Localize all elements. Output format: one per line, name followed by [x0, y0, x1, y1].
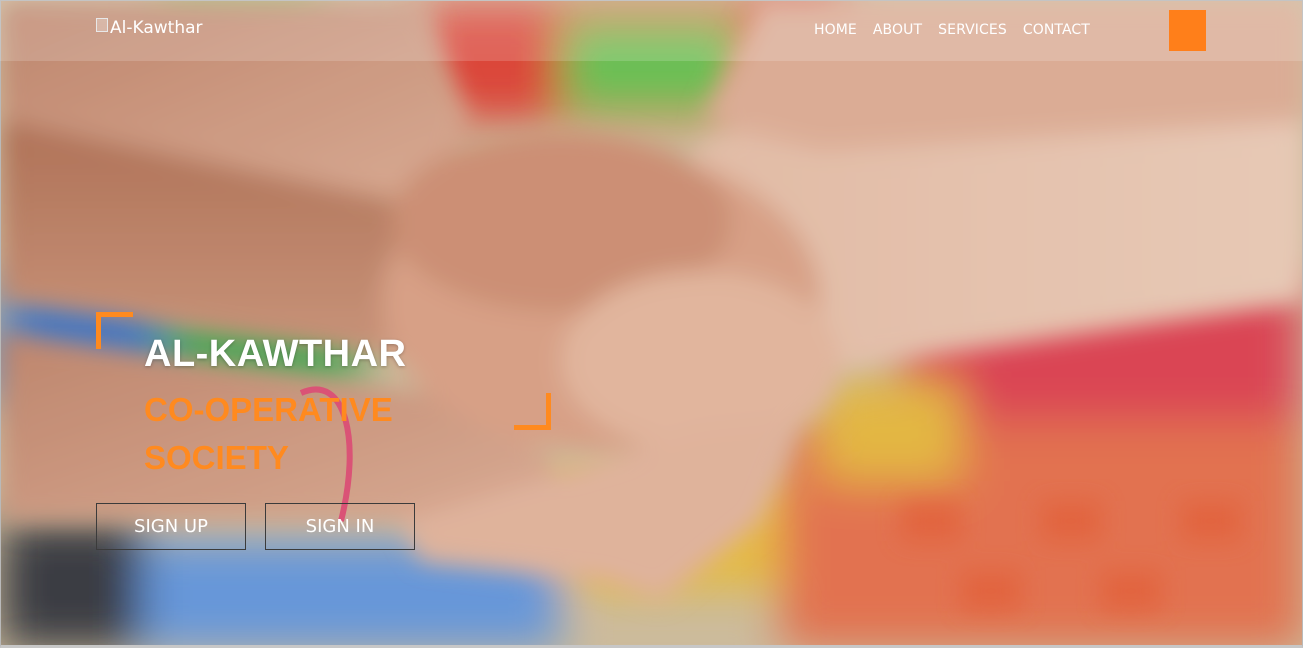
- hero-subtitle: CO-OPERATIVE SOCIETY: [144, 391, 393, 476]
- sign-in-button[interactable]: SIGN IN: [265, 503, 415, 550]
- broken-image-icon: [96, 18, 108, 32]
- site-logo[interactable]: Al-Kawthar: [96, 18, 203, 38]
- nav-services-link[interactable]: SERVICES: [938, 22, 1007, 38]
- hero-background: [0, 0, 1303, 648]
- corner-bracket-bottom-right: [514, 393, 551, 430]
- nav-home-link[interactable]: HOME: [814, 22, 857, 38]
- top-navigation-bar: Al-Kawthar HOME ABOUT SERVICES CONTACT: [0, 0, 1303, 61]
- sign-up-button[interactable]: SIGN UP: [96, 503, 246, 550]
- corner-bracket-top-left: [96, 312, 133, 349]
- hero-photo: [1, 1, 1302, 645]
- main-nav: HOME ABOUT SERVICES CONTACT: [814, 22, 1106, 38]
- menu-icon[interactable]: [1169, 10, 1206, 51]
- logo-alt-text: Al-Kawthar: [110, 18, 203, 38]
- nav-contact-link[interactable]: CONTACT: [1023, 22, 1090, 38]
- nav-about-link[interactable]: ABOUT: [873, 22, 922, 38]
- hero-title: AL-KAWTHAR: [144, 333, 407, 375]
